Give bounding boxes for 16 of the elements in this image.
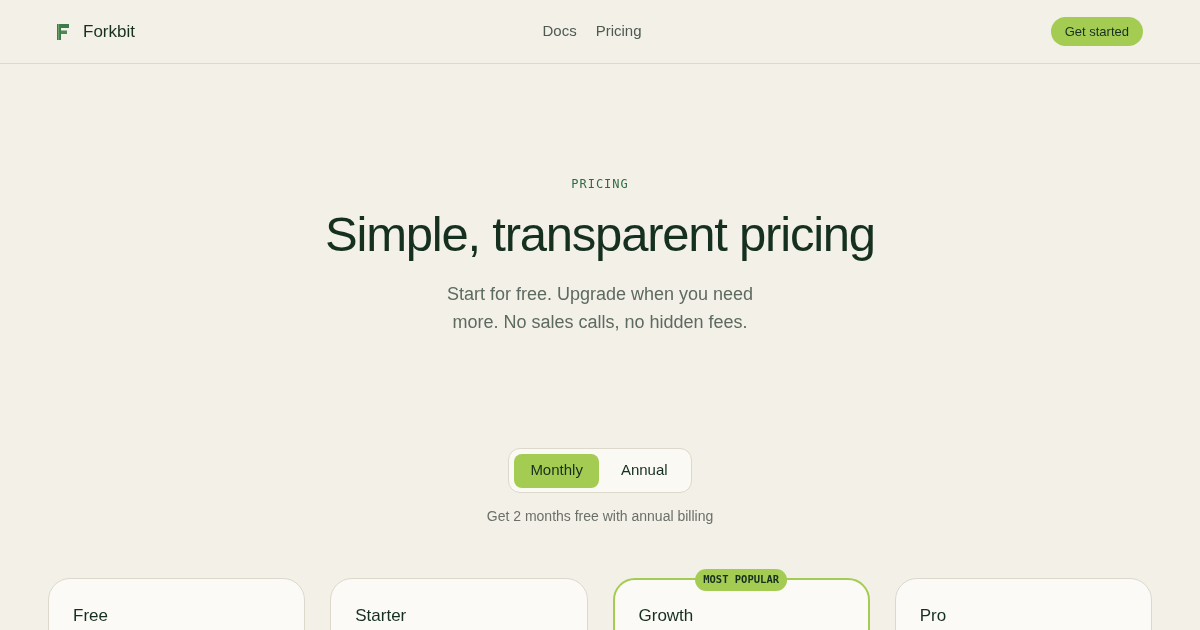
- brand-name: Forkbit: [83, 20, 135, 43]
- logo-icon: [57, 23, 69, 40]
- billing-option[interactable]: Monthly: [514, 453, 599, 488]
- popular-badge: MOST POPULAR: [695, 569, 788, 591]
- plan-name: Starter: [355, 605, 408, 627]
- page-heading: Simple, transparent pricing: [325, 206, 875, 263]
- billing-note: Get 2 months free with annual billing: [486, 507, 714, 526]
- eyebrow-label: PRICING: [571, 176, 629, 192]
- plan-name: Free: [73, 605, 109, 627]
- nav-link[interactable]: Docs: [542, 20, 577, 43]
- hero-subtitle: Start for free. Upgrade when you need more. No sales calls, no hidden fees.: [445, 283, 755, 334]
- nav-link[interactable]: Pricing: [595, 20, 642, 43]
- plan-name: Pro: [919, 605, 948, 627]
- billing-option[interactable]: Annual: [602, 453, 686, 488]
- plan-name: Growth: [638, 605, 695, 627]
- get-started-button[interactable]: Get started: [1050, 17, 1143, 46]
